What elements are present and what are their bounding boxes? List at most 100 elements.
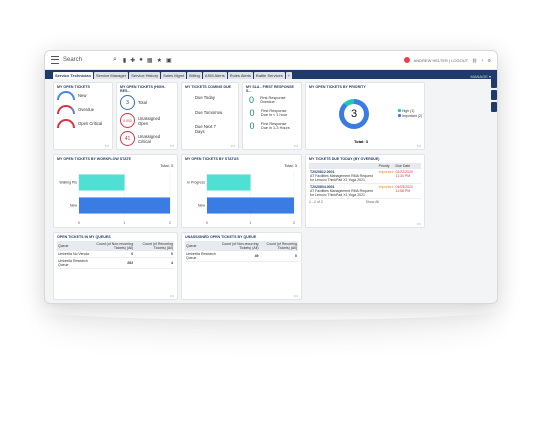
due-today-row[interactable]: Due Today [195, 95, 235, 100]
col-nonrecurring[interactable]: Count (of Non-recurring Tickets) (All) [217, 241, 260, 251]
tab-rules-alerts[interactable]: Rules Alerts [227, 72, 254, 79]
reports-icon[interactable]: ▦ [147, 57, 153, 64]
open-overdue-row[interactable]: Overdue [57, 105, 109, 114]
high-res-total-row[interactable]: 3 Total [120, 95, 174, 110]
tab-sales-mgmt[interactable]: Sales Mgmt [161, 72, 187, 79]
critical-label: Unassigned Critical [138, 133, 161, 144]
gauge-icon [57, 105, 75, 114]
side-button-3[interactable] [491, 102, 497, 112]
user-icon[interactable]: ● [139, 57, 143, 64]
sla-overdue-row[interactable]: 0 First Response Overdue [246, 95, 298, 105]
add-tab-button[interactable]: + [285, 72, 293, 79]
show-all-link[interactable]: Show All [366, 200, 379, 204]
col-recurring[interactable]: Count (of Recurring Tickets) (All) [134, 241, 174, 251]
recurring-count: 0 [259, 251, 298, 262]
bar-waiting-pts[interactable] [79, 174, 125, 191]
x-tick-label: 1 [124, 221, 126, 225]
panel-menu-icon[interactable]: ••• [417, 221, 421, 226]
panel-title: MY TICKETS DUE TODAY (BY OVERDUE) [309, 157, 380, 161]
search-icon[interactable]: ⌕ [113, 56, 117, 64]
hamburger-menu-icon[interactable] [51, 56, 59, 64]
priority-legend: High (1) Important (2) [398, 109, 422, 119]
table-row[interactable]: Umbrella Research Queue 49 0 [185, 251, 298, 262]
high-res-critical-row[interactable]: 41 Unassigned Critical [120, 131, 174, 146]
ticket-desc: AT Facilities Management RMA Request for… [310, 189, 373, 197]
open-critical-row[interactable]: Open Critical [57, 119, 109, 128]
x-tick-label: 1 [250, 221, 252, 225]
panel-title: MY OPEN TICKETS BY WORKFLOW STATE [57, 157, 132, 161]
bar-new[interactable] [79, 197, 170, 214]
panel-menu-icon[interactable]: ••• [294, 293, 298, 298]
table-row[interactable]: Umbrella Research Queue 262 4 [57, 257, 174, 269]
ticket-date: 04/05/2020 11:58 PM [394, 183, 421, 199]
add-icon[interactable]: ✚ [130, 57, 135, 64]
nonrecurring-count: 262 [90, 257, 135, 269]
queue-name: Umbrella Research Queue [57, 257, 91, 269]
bar-new[interactable] [207, 197, 294, 214]
tab-service-technician[interactable]: Service Technician [53, 72, 93, 79]
notification-icon[interactable] [403, 57, 410, 63]
high-res-unassigned-row[interactable]: 0.000 Unassigned Open [120, 113, 174, 128]
help-icon[interactable]: ? [481, 58, 483, 63]
panel-sla: MY SLA - FIRST RESPONSE S... 0 First Resp… [242, 82, 302, 150]
due-next7-row[interactable]: Due Next 7 Days [195, 124, 223, 134]
panel-menu-icon[interactable]: ••• [170, 143, 174, 148]
legend-important[interactable]: Important (2) [398, 114, 422, 119]
side-button-2[interactable] [491, 90, 497, 100]
panel-menu-icon[interactable]: ••• [170, 293, 174, 298]
ticket-date: 02/22/2020 11:30 PM [394, 169, 421, 184]
dashboard: MY OPEN TICKETS New Overdue Open Critica… [53, 82, 483, 300]
sla-overdue-value: 0 [249, 95, 255, 105]
due-tomorrow-label: Due Tomorrow [195, 110, 223, 115]
donut-center-value: 3 [344, 104, 364, 124]
tab-service-history[interactable]: Service History [129, 72, 161, 79]
priority-donut[interactable]: 3 [339, 99, 369, 129]
panel-coming-due: MY TICKETS COMING DUE Due Today Due Tomo… [181, 82, 239, 150]
tab-service-manager[interactable]: Service Manager [93, 72, 129, 79]
panel-menu-icon[interactable]: ••• [231, 143, 235, 148]
col-queue[interactable]: Queue [185, 241, 218, 251]
tab-battle-services[interactable]: Battle Services [254, 72, 285, 79]
gauge-icon [57, 119, 75, 128]
chart-icon[interactable]: ▮ [123, 57, 126, 64]
sla-3h-value: 0 [249, 121, 255, 131]
bar-in-progress[interactable] [207, 174, 251, 191]
panel-title: MY TICKETS COMING DUE [185, 85, 232, 89]
side-button-1[interactable] [491, 78, 497, 88]
panel-high-res: MY OPEN TICKETS (HIGH-RES... 3 Total 0.00… [116, 82, 178, 150]
open-new-row[interactable]: New [57, 91, 109, 100]
panel-title: MY OPEN TICKETS BY PRIORITY [309, 85, 366, 89]
sla-1h-row[interactable]: 0 First Response Due in < 1 hour [246, 108, 298, 118]
gauge-icon [57, 91, 75, 100]
category-label: Waiting Pts [59, 181, 77, 185]
sla-1h-value: 0 [249, 108, 255, 118]
panel-title: MY OPEN TICKETS (HIGH-RES... [120, 85, 166, 93]
panel-menu-icon[interactable]: ••• [294, 143, 298, 148]
user-name[interactable]: ANDREW HELTER | LOGOUT [414, 58, 469, 63]
search-input[interactable]: Search [63, 57, 113, 63]
col-recurring[interactable]: Count (of Recurring Tickets) (All) [259, 241, 298, 251]
col-queue[interactable]: Queue [57, 241, 91, 251]
panel-workflow-chart: MY OPEN TICKETS BY WORKFLOW STATE Total:… [53, 154, 178, 228]
panel-menu-icon[interactable]: ••• [105, 143, 109, 148]
tab-bar: Service Technician Service Manager Servi… [45, 70, 497, 79]
panel-menu-icon[interactable]: ••• [417, 143, 421, 148]
table-row[interactable]: T2020812.0001 AT Facilities Management RM… [309, 169, 421, 184]
panel-my-queues: OPEN TICKETS IN MY QUEUES Queue Count (of… [53, 232, 178, 300]
table-row[interactable]: T2020804.0001 AT Facilities Management RM… [309, 183, 421, 199]
toolbar-icons: ▮ ✚ ● ▦ ★ ▣ [123, 57, 172, 64]
status-bar-chart: 0 1 2 In Progress New [187, 171, 295, 225]
sla-3h-row[interactable]: 0 First Response Due in 1-3 Hours [246, 121, 298, 131]
unassigned-value: 0.000 [120, 113, 135, 128]
open-new-label: New [78, 93, 87, 98]
settings-icon[interactable]: ⚙ [487, 58, 491, 63]
tab-billing[interactable]: Billing [187, 72, 202, 79]
x-tick-label: 0 [78, 221, 80, 225]
tab-asm-alerts[interactable]: ASM Alerts [202, 72, 227, 79]
star-icon[interactable]: ★ [157, 57, 162, 64]
due-tomorrow-row[interactable]: Due Tomorrow [195, 110, 235, 115]
link-icon[interactable]: ⛓ [472, 58, 477, 63]
col-nonrecurring[interactable]: Count (of Non-recurring Tickets) (All) [90, 241, 135, 251]
panel-title: UNASSIGNED OPEN TICKETS BY QUEUE [185, 235, 257, 239]
calendar-icon[interactable]: ▣ [166, 57, 172, 64]
